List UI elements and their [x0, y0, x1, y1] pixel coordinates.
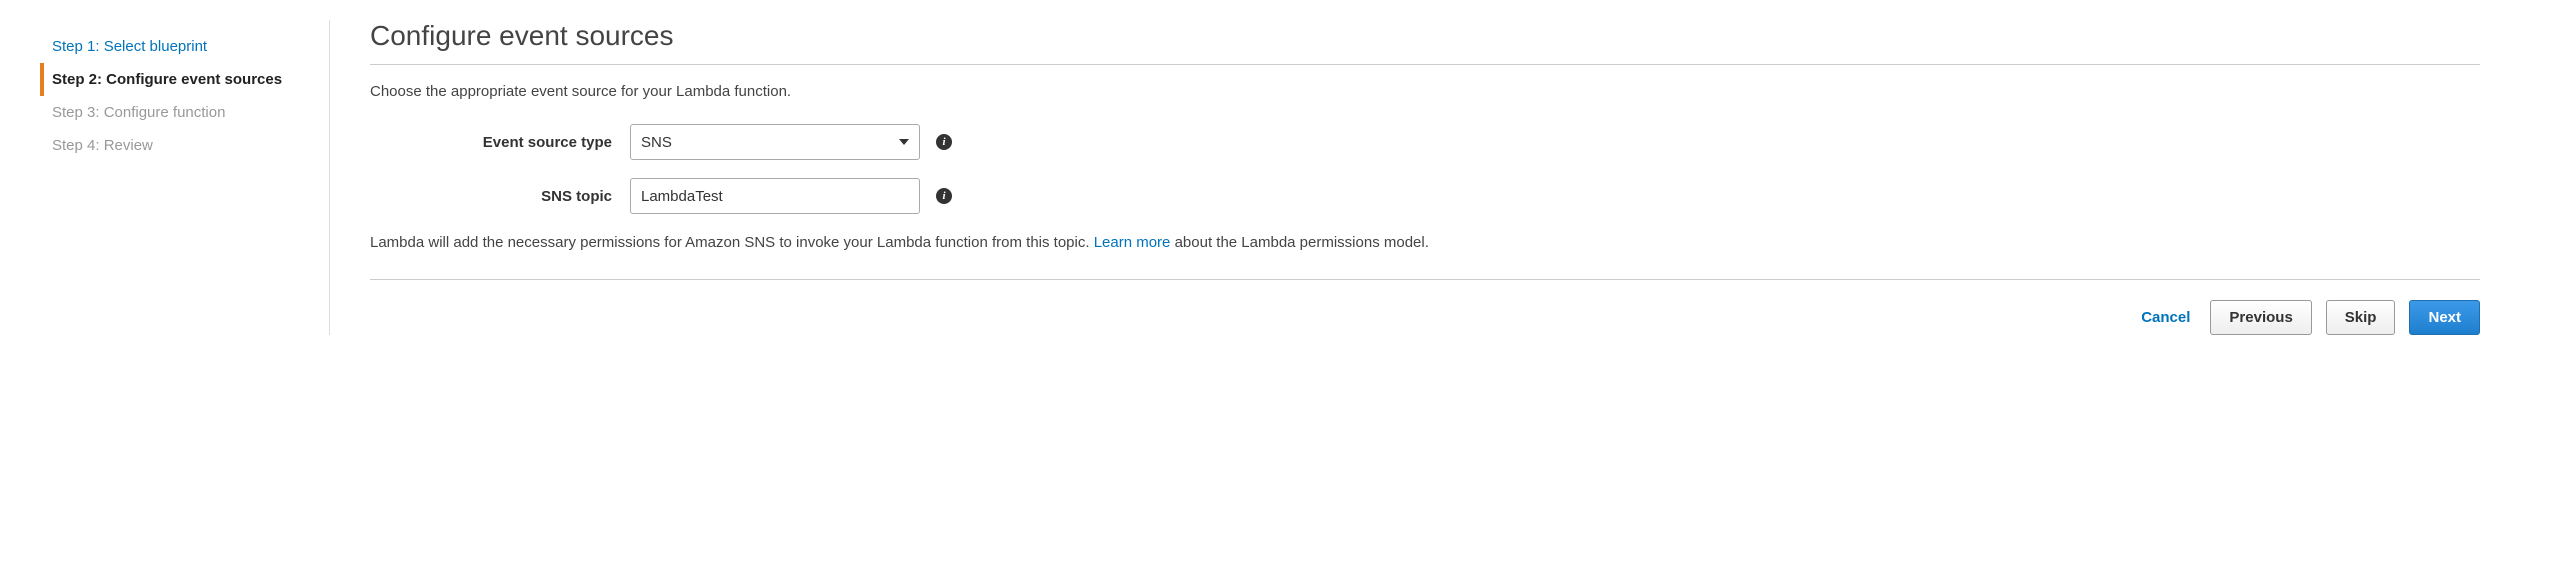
previous-button[interactable]: Previous [2210, 300, 2311, 335]
sns-topic-input-wrap[interactable] [630, 178, 920, 214]
sns-topic-label: SNS topic [370, 188, 630, 205]
info-icon[interactable]: i [936, 134, 952, 150]
skip-button[interactable]: Skip [2326, 300, 2396, 335]
wizard-steps: Step 1: Select blueprint Step 2: Configu… [40, 20, 330, 335]
footer-actions: Cancel Previous Skip Next [370, 280, 2480, 335]
page-description: Choose the appropriate event source for … [370, 83, 2480, 100]
sns-topic-input[interactable] [641, 188, 909, 205]
learn-more-link[interactable]: Learn more [1094, 234, 1171, 251]
cancel-button[interactable]: Cancel [2135, 309, 2196, 326]
step-4-review: Step 4: Review [40, 129, 309, 162]
permissions-prefix: Lambda will add the necessary permission… [370, 234, 1094, 251]
page-title: Configure event sources [370, 20, 2480, 65]
permissions-suffix: about the Lambda permissions model. [1170, 234, 1428, 251]
chevron-down-icon [899, 139, 909, 145]
next-button[interactable]: Next [2409, 300, 2480, 335]
event-source-type-value: SNS [641, 134, 672, 151]
step-3-configure-function: Step 3: Configure function [40, 96, 309, 129]
event-source-type-label: Event source type [370, 134, 630, 151]
permissions-text: Lambda will add the necessary permission… [370, 232, 2480, 280]
step-1-select-blueprint[interactable]: Step 1: Select blueprint [40, 30, 309, 63]
event-source-type-select[interactable]: SNS [630, 124, 920, 160]
info-icon[interactable]: i [936, 188, 952, 204]
step-2-configure-event-sources[interactable]: Step 2: Configure event sources [40, 63, 309, 96]
main-panel: Configure event sources Choose the appro… [370, 20, 2520, 335]
